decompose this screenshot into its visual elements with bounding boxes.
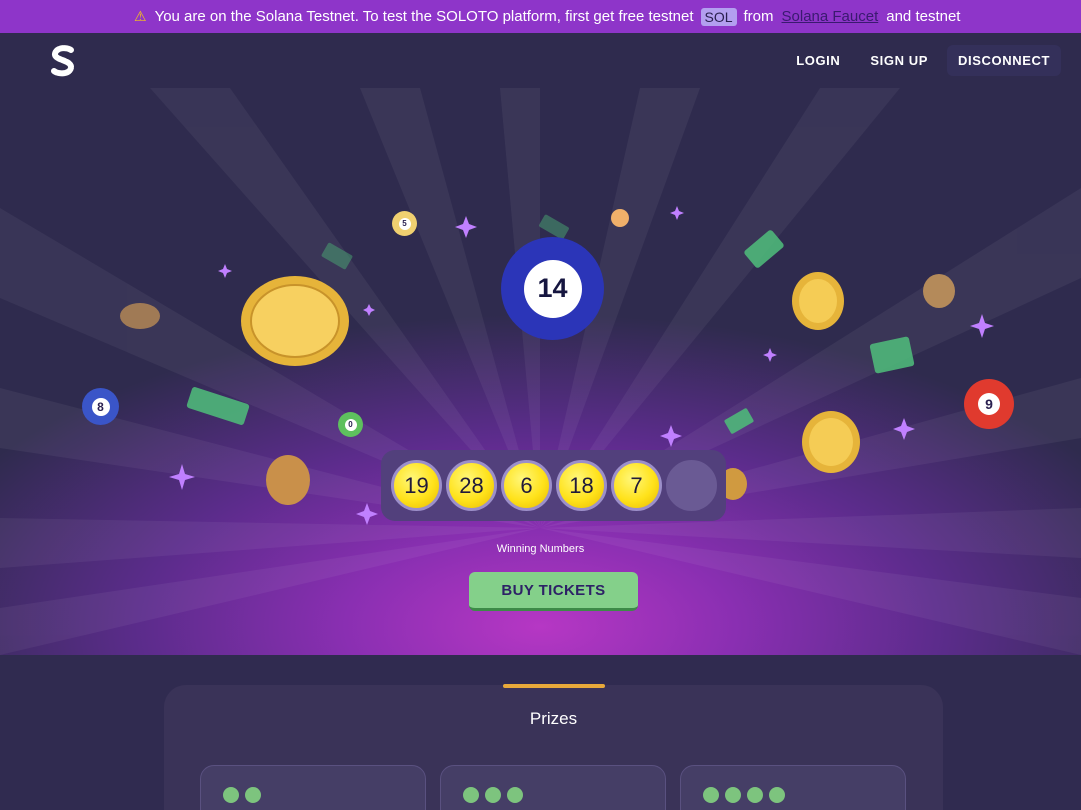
prizes-accent-bar	[503, 684, 605, 688]
login-button[interactable]: LOGIN	[785, 45, 851, 76]
match-dot	[703, 787, 719, 803]
hero-section: 5 8 0 9 14 19 28 6 18 7 Winning Numbers …	[0, 88, 1081, 655]
current-drawn-ball: 14	[501, 237, 604, 340]
header-nav: LOGIN SIGN UP DISCONNECT	[785, 45, 1061, 76]
match-dot	[725, 787, 741, 803]
winning-numbers-panel: 19 28 6 18 7	[381, 450, 726, 521]
hero-rays	[0, 88, 1081, 655]
winning-numbers-label: Winning Numbers	[496, 543, 585, 555]
match-dot	[507, 787, 523, 803]
decor-ball-0: 0	[338, 412, 363, 437]
winning-number-ball-empty	[666, 460, 717, 511]
solana-faucet-link[interactable]: Solana Faucet	[782, 8, 879, 25]
signup-button[interactable]: SIGN UP	[859, 45, 939, 76]
decor-ball-8: 8	[82, 388, 119, 425]
match-dots	[703, 787, 785, 803]
winning-number-ball: 19	[391, 460, 442, 511]
match-dot	[463, 787, 479, 803]
match-dot	[747, 787, 763, 803]
prize-tier-2-matches	[200, 765, 426, 810]
prizes-section: Prizes	[0, 655, 1081, 810]
match-dot	[245, 787, 261, 803]
sol-badge: SOL	[700, 7, 737, 26]
winning-number-ball: 28	[446, 460, 497, 511]
current-ball-number: 14	[523, 259, 582, 318]
warning-icon: ⚠	[134, 8, 147, 24]
prizes-card: Prizes	[164, 684, 943, 810]
page: ⚠ You are on the Solana Testnet. To test…	[0, 0, 1081, 810]
winning-number-ball: 7	[611, 460, 662, 511]
match-dot	[769, 787, 785, 803]
winning-number-ball: 6	[501, 460, 552, 511]
testnet-banner: ⚠ You are on the Solana Testnet. To test…	[0, 0, 1081, 33]
prizes-title: Prizes	[529, 709, 578, 728]
match-dot	[485, 787, 501, 803]
banner-text: You are on the Solana Testnet. To test t…	[154, 8, 694, 25]
match-dots	[223, 787, 261, 803]
prize-tier-3-matches	[440, 765, 666, 810]
banner-after-text: and testnet	[886, 8, 961, 25]
decor-ball-5: 5	[392, 211, 417, 236]
decor-ball-9: 9	[964, 379, 1014, 429]
winning-number-ball: 18	[556, 460, 607, 511]
header: LOGIN SIGN UP DISCONNECT	[0, 33, 1081, 88]
soloto-logo-icon[interactable]	[50, 44, 76, 77]
banner-from-text: from	[743, 8, 774, 25]
disconnect-button[interactable]: DISCONNECT	[947, 45, 1061, 76]
buy-tickets-button[interactable]: BUY TICKETS	[469, 572, 638, 611]
match-dot	[223, 787, 239, 803]
match-dots	[463, 787, 523, 803]
prize-tier-4-matches	[680, 765, 906, 810]
